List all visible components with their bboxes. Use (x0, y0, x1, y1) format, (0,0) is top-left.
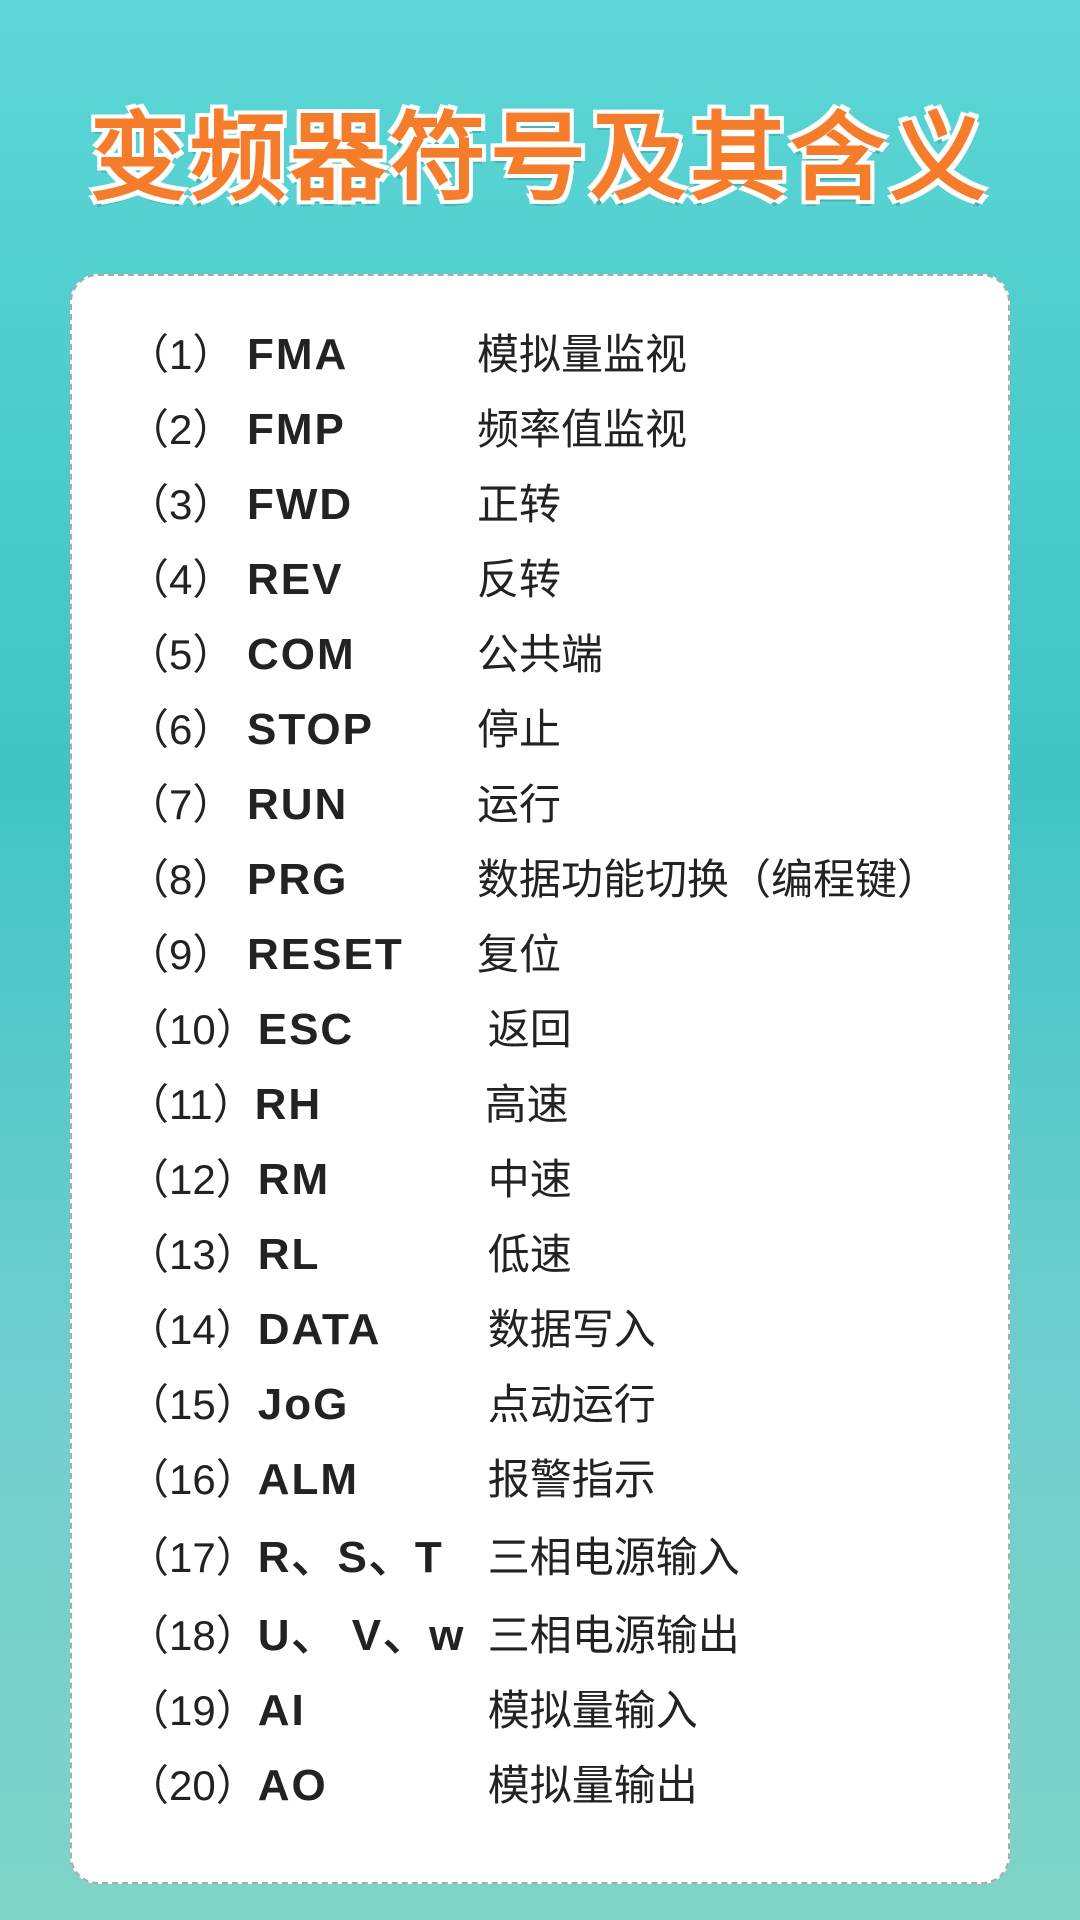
item-code: ALM (258, 1455, 488, 1505)
table-row: （16）ALM报警指示 (127, 1446, 953, 1507)
table-row: （11）RH高速 (127, 1071, 953, 1132)
item-number: （12） (127, 1146, 258, 1207)
item-number: （20） (127, 1752, 258, 1813)
item-number: （16） (127, 1446, 258, 1507)
table-row: （13）RL低速 (127, 1221, 953, 1282)
item-number: （7） (127, 771, 247, 832)
item-number: （3） (127, 471, 247, 532)
item-number: （10） (127, 996, 258, 1057)
table-row: （4）REV反转 (127, 546, 953, 607)
item-meaning: 低速 (488, 1221, 953, 1282)
item-code: ESC (258, 1005, 488, 1055)
item-code: JoG (258, 1380, 488, 1430)
table-row: （10）ESC返回 (127, 996, 953, 1057)
item-meaning: 公共端 (477, 621, 953, 682)
item-meaning: 数据写入 (488, 1296, 953, 1357)
table-row: （7）RUN运行 (127, 771, 953, 832)
item-code: U、 V、w (258, 1599, 488, 1663)
item-meaning: 中速 (488, 1146, 953, 1207)
item-meaning: 三相电源输入 (488, 1524, 953, 1585)
table-row: （1）FMA模拟量监视 (127, 321, 953, 382)
item-code: REV (247, 555, 477, 605)
item-code: R、S、T (258, 1521, 488, 1585)
item-meaning: 停止 (477, 696, 953, 757)
item-number: （2） (127, 396, 247, 457)
table-row: （17）R、S、T三相电源输入 (127, 1521, 953, 1585)
table-row: （18）U、 V、w三相电源输出 (127, 1599, 953, 1663)
item-meaning: 返回 (488, 996, 953, 1057)
item-meaning: 模拟量监视 (477, 321, 953, 382)
item-number: （14） (127, 1296, 258, 1357)
item-number: （4） (127, 546, 247, 607)
item-meaning: 正转 (477, 471, 953, 532)
item-meaning: 点动运行 (488, 1371, 953, 1432)
table-row: （15）JoG点动运行 (127, 1371, 953, 1432)
item-code: FMA (247, 330, 477, 380)
item-meaning: 反转 (477, 546, 953, 607)
item-code: RM (258, 1155, 488, 1205)
table-row: （9）RESET复位 (127, 921, 953, 982)
item-number: （15） (127, 1371, 258, 1432)
item-number: （8） (127, 846, 247, 907)
item-code: AI (258, 1686, 488, 1736)
content-card: （1）FMA模拟量监视 （2）FMP频率值监视 （3）FWD正转 （4）REV反转 （5… (70, 274, 1010, 1884)
item-number: （17） (127, 1524, 258, 1585)
page-title: 变频器符号及其含义 (90, 80, 990, 219)
item-meaning: 高速 (485, 1071, 953, 1132)
item-number: （6） (127, 696, 247, 757)
item-code: RH (255, 1080, 485, 1130)
item-meaning: 模拟量输入 (488, 1677, 953, 1738)
item-code: RESET (247, 930, 477, 980)
item-code: RL (258, 1230, 488, 1280)
item-code: COM (247, 630, 477, 680)
item-code: FWD (247, 480, 477, 530)
item-meaning: 数据功能切换（编程键） (477, 846, 953, 907)
table-row: （20）AO模拟量输出 (127, 1752, 953, 1813)
item-number: （18） (127, 1602, 258, 1663)
item-meaning: 报警指示 (488, 1446, 953, 1507)
table-row: （5）COM公共端 (127, 621, 953, 682)
item-number: （13） (127, 1221, 258, 1282)
table-row: （3）FWD正转 (127, 471, 953, 532)
item-meaning: 频率值监视 (477, 396, 953, 457)
item-number: （19） (127, 1677, 258, 1738)
item-code: DATA (258, 1305, 488, 1355)
item-meaning: 模拟量输出 (488, 1752, 953, 1813)
table-row: （14）DATA数据写入 (127, 1296, 953, 1357)
item-meaning: 三相电源输出 (488, 1602, 953, 1663)
table-row: （12）RM中速 (127, 1146, 953, 1207)
table-row: （8）PRG数据功能切换（编程键） (127, 846, 953, 907)
item-number: （5） (127, 621, 247, 682)
table-row: （2）FMP频率值监视 (127, 396, 953, 457)
item-number: （11） (127, 1071, 255, 1132)
item-code: RUN (247, 780, 477, 830)
item-code: FMP (247, 405, 477, 455)
item-code: AO (258, 1761, 488, 1811)
item-meaning: 运行 (477, 771, 953, 832)
item-code: PRG (247, 855, 477, 905)
item-code: STOP (247, 705, 477, 755)
item-number: （9） (127, 921, 247, 982)
item-number: （1） (127, 321, 247, 382)
item-meaning: 复位 (477, 921, 953, 982)
table-row: （6）STOP停止 (127, 696, 953, 757)
table-row: （19）AI模拟量输入 (127, 1677, 953, 1738)
